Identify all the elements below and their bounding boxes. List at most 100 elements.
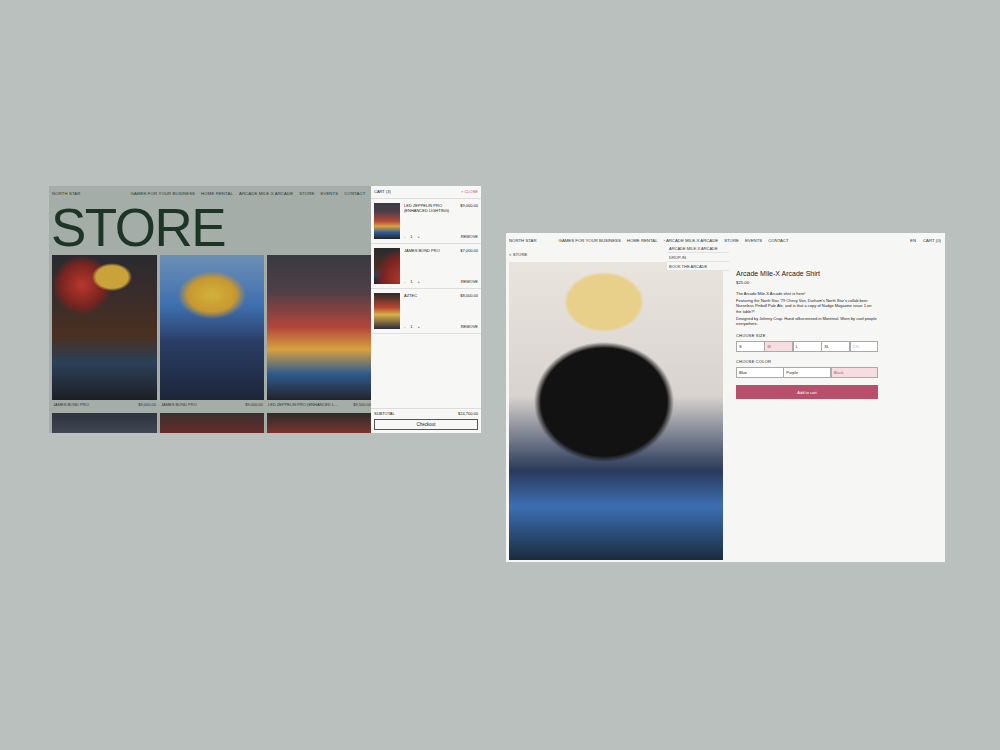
- cart-item-top: AZTEC $8,000.00: [404, 293, 478, 298]
- size-options: SMLXLXXL: [736, 341, 878, 352]
- cart-panel: CART (3) × CLOSE LED ZEPPELIN PRO (ENHANCE…: [371, 186, 481, 433]
- product-card[interactable]: JAMES BOND PRO $9,000.00: [52, 255, 157, 410]
- product-price: $9,500.00: [353, 402, 371, 410]
- product-price: $9,000.00: [245, 402, 263, 410]
- quantity-stepper: -1 +: [404, 234, 420, 239]
- cart-item-price: $9,000.00: [460, 203, 478, 213]
- nav-items: GAMES FOR YOUR BUSINESS HOME RENTAL ARCADE…: [131, 191, 366, 196]
- product-description: The Arcade Mile-X Arcade shirt is here!F…: [736, 291, 878, 326]
- product-photo[interactable]: [267, 413, 372, 433]
- decrease-button[interactable]: -: [404, 279, 405, 284]
- cart-item-info: LED ZEPPELIN PRO (ENHANCED LIGHTING) $9,0…: [404, 203, 478, 239]
- product-caption: JAMES BOND PRO $9,000.00: [52, 400, 157, 410]
- cart-item-top: LED ZEPPELIN PRO (ENHANCED LIGHTING) $9,0…: [404, 203, 478, 213]
- cart-item-controls: -1 + REMOVE: [404, 279, 478, 284]
- nav-link[interactable]: GAMES FOR YOUR BUSINESS: [131, 191, 196, 196]
- cart-link[interactable]: CART (0): [923, 238, 941, 243]
- description-paragraph: Featuring the North Star '79 Chevy Van, …: [736, 298, 878, 314]
- cart-item-name: AZTEC: [404, 293, 417, 298]
- remove-button[interactable]: REMOVE: [461, 324, 478, 329]
- dropdown-item[interactable]: DROP-IN: [667, 253, 729, 262]
- cart-item-price: $8,000.00: [460, 293, 478, 298]
- increase-button[interactable]: +: [418, 324, 420, 329]
- color-option[interactable]: Blue: [736, 367, 784, 378]
- increase-button[interactable]: +: [418, 279, 420, 284]
- close-button[interactable]: × CLOSE: [461, 189, 478, 195]
- brand-logo[interactable]: NORTH STAR: [509, 238, 537, 243]
- color-label: CHOOSE COLOR: [736, 359, 878, 364]
- size-label: CHOOSE SIZE: [736, 333, 878, 338]
- quantity-stepper: -1 +: [404, 279, 420, 284]
- product-price: $9,000.00: [138, 402, 156, 410]
- product-photo[interactable]: [52, 255, 157, 400]
- cart-item-thumbnail: [374, 248, 400, 284]
- product-name[interactable]: JAMES BOND PRO: [161, 402, 197, 410]
- cart-item-thumbnail: [374, 203, 400, 239]
- nav-link[interactable]: EVENTS: [745, 238, 762, 243]
- decrease-button[interactable]: -: [404, 234, 405, 239]
- remove-button[interactable]: REMOVE: [461, 279, 478, 284]
- quantity-stepper: -1 +: [404, 324, 420, 329]
- product-photo[interactable]: [267, 255, 372, 400]
- cart-title: CART (3): [374, 189, 391, 195]
- size-option[interactable]: L: [793, 341, 822, 352]
- nav-items: GAMES FOR YOUR BUSINESS HOME RENTAL › ARCA…: [559, 238, 789, 243]
- quantity-value[interactable]: 1: [410, 324, 412, 329]
- nav-link[interactable]: CONTACT: [344, 191, 365, 196]
- top-nav: NORTH STAR GAMES FOR YOUR BUSINESS HOME RE…: [506, 233, 945, 244]
- product-title: Arcade Mile-X Arcade Shirt: [736, 270, 878, 277]
- cart-item-top: JAMES BOND PRO$7,000.00: [404, 248, 478, 253]
- language-switch[interactable]: EN: [910, 238, 916, 243]
- product-name[interactable]: LED ZEPPELIN PRO (ENHANCED L...: [268, 402, 338, 410]
- product-body: Arcade Mile-X Arcade Shirt $25.00 The Arca…: [506, 258, 945, 560]
- size-option[interactable]: S: [736, 341, 765, 352]
- description-paragraph: Designed by Johnny Crap. Hand silkscreen…: [736, 316, 878, 327]
- color-options: BluePurpleBlack: [736, 367, 878, 378]
- color-option[interactable]: Purple: [783, 367, 831, 378]
- cart-item-name: LED ZEPPELIN PRO (ENHANCED LIGHTING): [404, 203, 452, 213]
- product-photo[interactable]: [160, 255, 264, 400]
- cart-item-info: AZTEC $8,000.00 -1 + REMOVE: [404, 293, 478, 329]
- product-photo[interactable]: [160, 413, 264, 433]
- store-page-screen: NORTH STAR GAMES FOR YOUR BUSINESS HOME RE…: [49, 186, 481, 433]
- product-caption: LED ZEPPELIN PRO (ENHANCED L... $9,500.00: [267, 400, 372, 410]
- product-photo[interactable]: [52, 413, 157, 433]
- checkout-button[interactable]: Checkout: [374, 419, 478, 430]
- quantity-value[interactable]: 1: [410, 234, 412, 239]
- cart-header: CART (3) × CLOSE: [371, 186, 481, 199]
- nav-link[interactable]: STORE: [299, 191, 314, 196]
- color-option[interactable]: Black: [831, 367, 879, 378]
- add-to-cart-button[interactable]: Add to cart: [736, 385, 878, 399]
- product-info: Arcade Mile-X Arcade Shirt $25.00 The Arca…: [736, 262, 878, 560]
- brand-logo[interactable]: NORTH STAR: [52, 191, 81, 196]
- quantity-value[interactable]: 1: [410, 279, 412, 284]
- nav-link[interactable]: EVENTS: [320, 191, 338, 196]
- nav-link[interactable]: HOME RENTAL: [627, 238, 658, 243]
- nav-link[interactable]: GAMES FOR YOUR BUSINESS: [559, 238, 621, 243]
- nav-link[interactable]: › ARCADE MILE-X ARCADE: [664, 238, 719, 243]
- size-option: XXL: [850, 341, 879, 352]
- product-caption: JAMES BOND PRO $9,000.00: [160, 400, 264, 410]
- decrease-button[interactable]: -: [404, 324, 405, 329]
- subtotal-value: $24,700.00: [458, 411, 478, 416]
- increase-button[interactable]: +: [418, 234, 420, 239]
- product-name[interactable]: JAMES BOND PRO: [53, 402, 89, 410]
- dropdown-item[interactable]: BOOK THE ARCADE: [667, 262, 729, 271]
- dropdown-item[interactable]: ARCADE MILE-X ARCADE: [667, 244, 729, 253]
- product-card[interactable]: LED ZEPPELIN PRO (ENHANCED L... $9,500.00: [267, 255, 372, 410]
- cart-item-info: JAMES BOND PRO$7,000.00 -1 + REMOVE: [404, 248, 478, 284]
- size-option[interactable]: XL: [821, 341, 850, 352]
- cart-item: JAMES BOND PRO$7,000.00 -1 + REMOVE: [371, 244, 481, 289]
- nav-link[interactable]: STORE: [724, 238, 739, 243]
- nav-link[interactable]: HOME RENTAL: [201, 191, 233, 196]
- product-price: $25.00: [736, 280, 878, 285]
- cart-item-name: JAMES BOND PRO: [404, 248, 440, 253]
- nav-link[interactable]: ARCADE MILE-X ARCADE: [239, 191, 293, 196]
- nav-link[interactable]: CONTACT: [768, 238, 788, 243]
- size-option[interactable]: M: [764, 341, 793, 352]
- remove-button[interactable]: REMOVE: [461, 234, 478, 239]
- subtotal-row: SUBTOTAL$24,700.00: [371, 408, 481, 418]
- cart-item-controls: -1 + REMOVE: [404, 324, 478, 329]
- product-card[interactable]: JAMES BOND PRO $9,000.00: [160, 255, 264, 410]
- product-page-screen: NORTH STAR GAMES FOR YOUR BUSINESS HOME RE…: [506, 233, 945, 562]
